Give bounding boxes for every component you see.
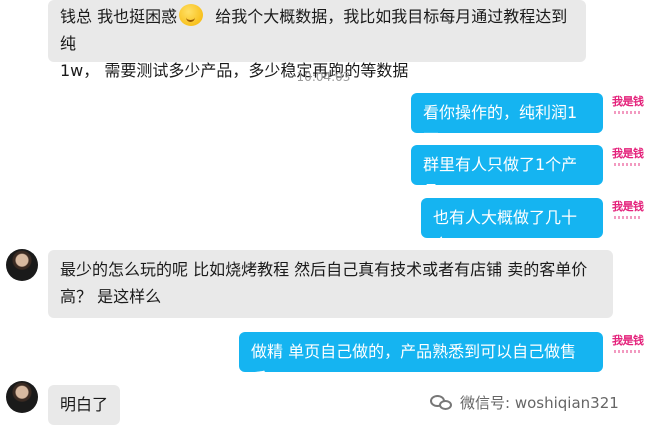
message-bubble-incoming: 钱总 我也挺困惑 给我个大概数据，我比如我目标每月通过教程达到纯 1w， 需要测… (48, 0, 586, 80)
avatar-subtext (614, 350, 642, 353)
avatar[interactable]: 我是钱 (612, 200, 647, 228)
message-text: 做精 单页自己做的，产品熟悉到可以自己做售后 (251, 342, 577, 388)
wechat-icon (430, 393, 454, 413)
avatar[interactable]: 我是钱 (612, 147, 647, 175)
avatar-brand-text: 我是钱 (612, 147, 644, 160)
avatar[interactable]: 我是钱 (612, 95, 647, 123)
message-line: 高？ 是这样么 (60, 287, 162, 306)
avatar-subtext (614, 111, 642, 114)
avatar[interactable] (6, 249, 38, 281)
watermark-label: 微信号: woshiqian321 (460, 394, 619, 412)
message-bubble-incoming: 最少的怎么玩的呢 比如烧烤教程 然后自己真有技术或者有店铺 卖的客单价 高？ 是… (48, 250, 613, 318)
message-bubble-outgoing: 群里有人只做了1个产品 (411, 145, 603, 201)
message-bubble-outgoing: 也有人大概做了几十个 (421, 198, 603, 254)
thinking-emoji-icon (179, 4, 204, 26)
avatar-brand-text: 我是钱 (612, 334, 644, 347)
message-text: 看你操作的，纯利润1万 (423, 103, 578, 149)
avatar[interactable]: 我是钱 (612, 334, 647, 362)
message-bubble-outgoing: 做精 单页自己做的，产品熟悉到可以自己做售后 (239, 332, 603, 388)
avatar-brand-text: 我是钱 (612, 200, 644, 213)
message-text: 明白了 (60, 395, 109, 414)
message-text: 也有人大概做了几十个 (433, 208, 578, 254)
avatar-subtext (614, 216, 642, 219)
avatar-brand-text: 我是钱 (612, 95, 644, 108)
message-bubble-incoming: 明白了 (48, 385, 120, 425)
message-line: 钱总 我也挺困惑 给我个大概数据，我比如我目标每月通过教程达到纯 (60, 3, 574, 57)
message-text: 群里有人只做了1个产品 (423, 155, 578, 201)
message-bubble-outgoing: 看你操作的，纯利润1万 (411, 93, 603, 149)
watermark: 微信号: woshiqian321 (430, 392, 619, 413)
avatar-subtext (614, 163, 642, 166)
message-line: 最少的怎么玩的呢 比如烧烤教程 然后自己真有技术或者有店铺 卖的客单价 (60, 260, 588, 279)
message-timestamp: 10:04:03 (296, 70, 351, 84)
avatar[interactable] (6, 381, 38, 413)
